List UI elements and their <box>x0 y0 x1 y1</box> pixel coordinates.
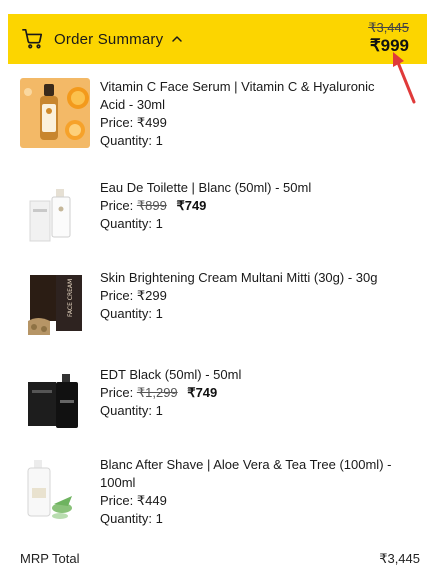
product-price-original: ₹1,299 <box>136 385 178 400</box>
product-price-line: Price: ₹449 <box>100 492 400 510</box>
order-item-info: EDT Black (50ml) - 50ml Price: ₹1,299 ₹7… <box>100 366 400 436</box>
price-label: Price: <box>100 493 134 508</box>
product-name: Eau De Toilette | Blanc (50ml) - 50ml <box>100 180 312 195</box>
cart-icon <box>22 28 44 50</box>
price-label: Price: <box>100 385 134 400</box>
product-price: ₹299 <box>136 288 167 303</box>
mrp-total-label: MRP Total <box>20 551 80 566</box>
price-label: Price: <box>100 198 134 213</box>
product-price-line: Price: ₹899 ₹749 <box>100 197 400 215</box>
product-quantity: Quantity: 1 <box>100 403 163 418</box>
product-name: Vitamin C Face Serum | Vitamin C & Hyalu… <box>100 79 375 112</box>
order-item: Blanc After Shave | Aloe Vera & Tea Tree… <box>20 456 420 528</box>
product-quantity: Quantity: 1 <box>100 306 163 321</box>
order-item: EDT Black (50ml) - 50ml Price: ₹1,299 ₹7… <box>20 366 420 436</box>
product-image-face-cream: FACE CREAM <box>20 269 90 339</box>
order-summary-label: Order Summary <box>54 30 164 48</box>
product-image-vitamin-c-serum <box>20 78 90 148</box>
product-quantity: Quantity: 1 <box>100 133 163 148</box>
product-quantity: Quantity: 1 <box>100 511 163 526</box>
price-label: Price: <box>100 288 134 303</box>
product-image-eau-de-toilette-blanc <box>20 179 90 249</box>
product-image-after-shave <box>20 456 90 526</box>
order-item-info: Blanc After Shave | Aloe Vera & Tea Tree… <box>100 456 400 528</box>
product-quantity: Quantity: 1 <box>100 216 163 231</box>
order-item: FACE CREAM Skin Brightening Cream Multan… <box>20 269 420 339</box>
total-mrp-struck: ₹3,445 <box>368 20 409 35</box>
order-item: Vitamin C Face Serum | Vitamin C & Hyalu… <box>20 78 420 150</box>
product-name: Blanc After Shave | Aloe Vera & Tea Tree… <box>100 457 392 490</box>
tube-label-text: FACE CREAM <box>67 279 74 317</box>
order-summary-panel: Order Summary ₹3,445 ₹999 Vitamin C Face… <box>8 14 427 572</box>
product-price-line: Price: ₹299 <box>100 287 400 305</box>
product-price: ₹449 <box>136 493 167 508</box>
order-item-info: Skin Brightening Cream Multani Mitti (30… <box>100 269 400 339</box>
price-label: Price: <box>100 115 134 130</box>
order-item-info: Eau De Toilette | Blanc (50ml) - 50ml Pr… <box>100 179 400 249</box>
product-name: EDT Black (50ml) - 50ml <box>100 367 242 382</box>
product-price-line: Price: ₹1,299 ₹749 <box>100 384 400 402</box>
mrp-total-value: ₹3,445 <box>379 551 420 566</box>
product-price: ₹749 <box>176 198 207 213</box>
mrp-total-row: MRP Total ₹3,445 <box>20 551 420 567</box>
chevron-up-icon <box>171 33 183 45</box>
product-price-original: ₹899 <box>136 198 167 213</box>
product-image-edt-black <box>20 366 90 436</box>
product-name: Skin Brightening Cream Multani Mitti (30… <box>100 270 378 285</box>
order-item: Eau De Toilette | Blanc (50ml) - 50ml Pr… <box>20 179 420 249</box>
order-summary-toggle[interactable]: Order Summary ₹3,445 ₹999 <box>8 14 427 64</box>
product-price: ₹499 <box>136 115 167 130</box>
product-price: ₹749 <box>187 385 218 400</box>
product-price-line: Price: ₹499 <box>100 114 400 132</box>
order-item-info: Vitamin C Face Serum | Vitamin C & Hyalu… <box>100 78 400 150</box>
